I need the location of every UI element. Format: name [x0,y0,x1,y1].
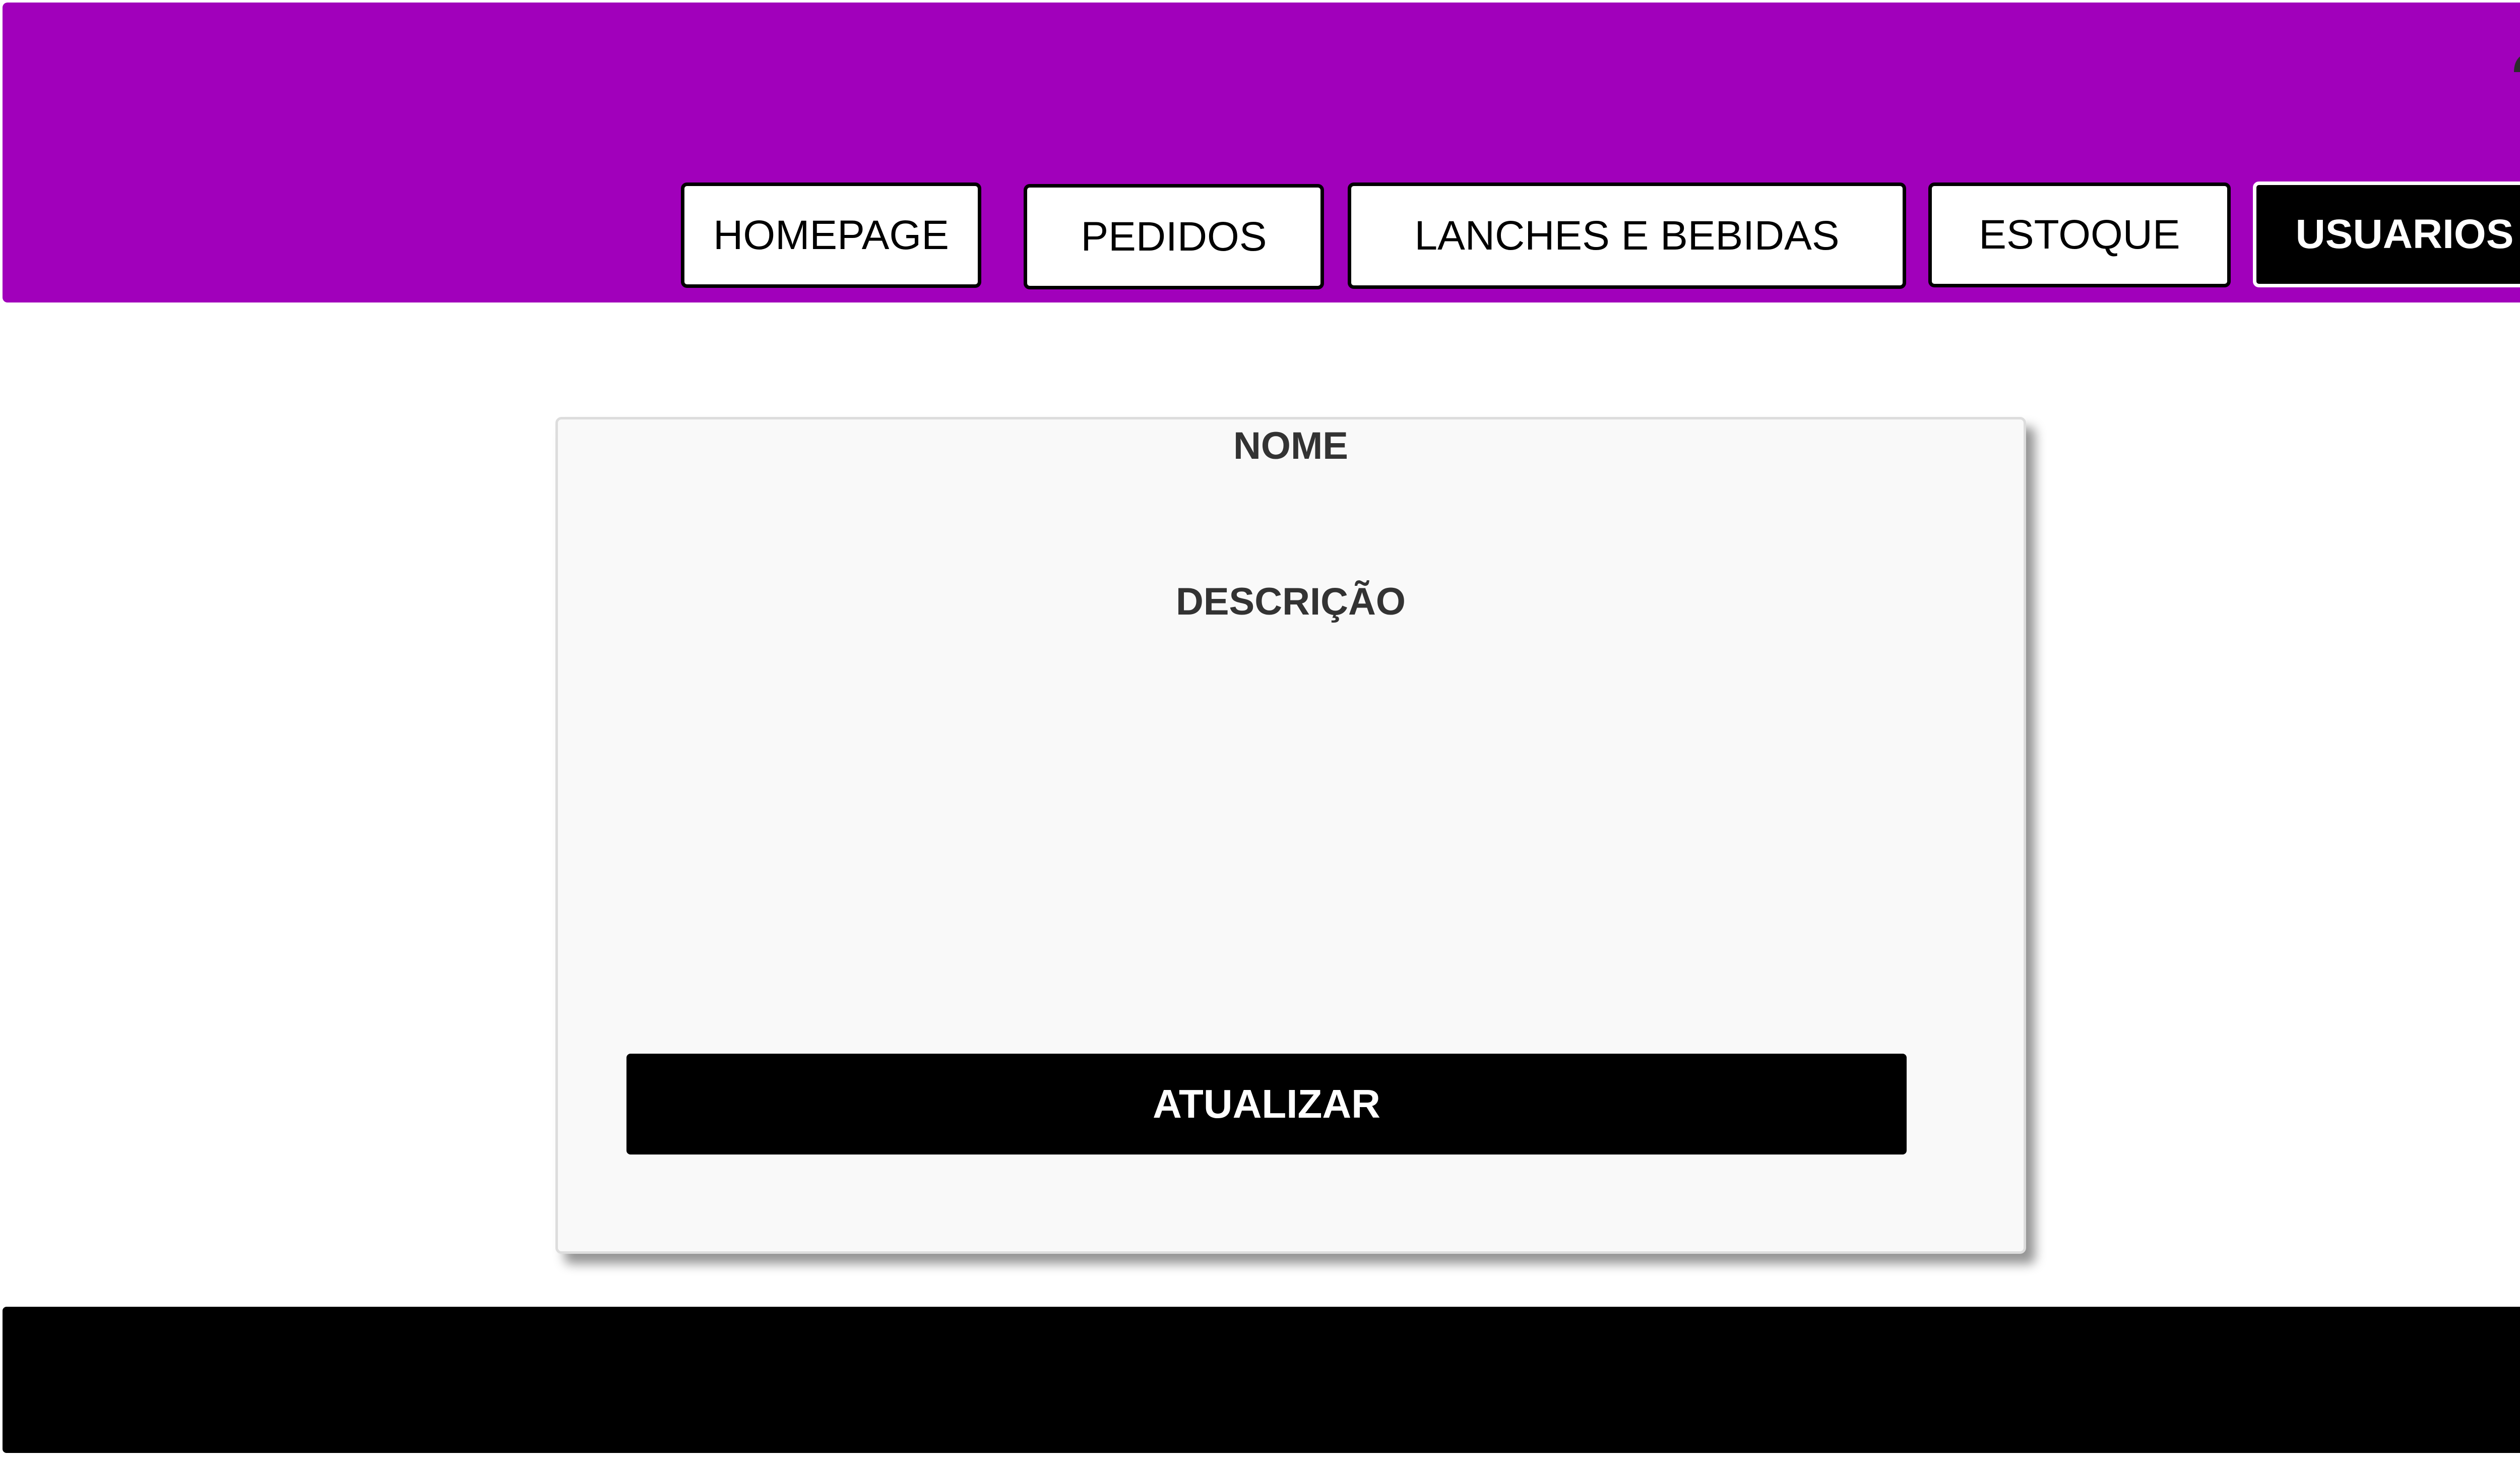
update-form-card: NOME DESCRIÇÃO ATUALIZAR [555,417,2026,1254]
page-footer [3,1307,2520,1453]
nav-lanches-e-bebidas-button[interactable]: LANCHES E BEBIDAS [1348,183,1906,289]
user-account-icon[interactable] [2510,19,2520,85]
description-label: DESCRIÇÃO [1175,580,1406,623]
atualizar-button[interactable]: ATUALIZAR [626,1054,1907,1155]
nav-estoque-button[interactable]: ESTOQUE [1928,183,2231,287]
name-label: NOME [1233,424,1348,467]
nav-usuarios-button[interactable]: USUARIOS [2253,181,2520,287]
nav-pedidos-button[interactable]: PEDIDOS [1024,184,1324,289]
nav-homepage-button[interactable]: HOMEPAGE [681,183,981,288]
